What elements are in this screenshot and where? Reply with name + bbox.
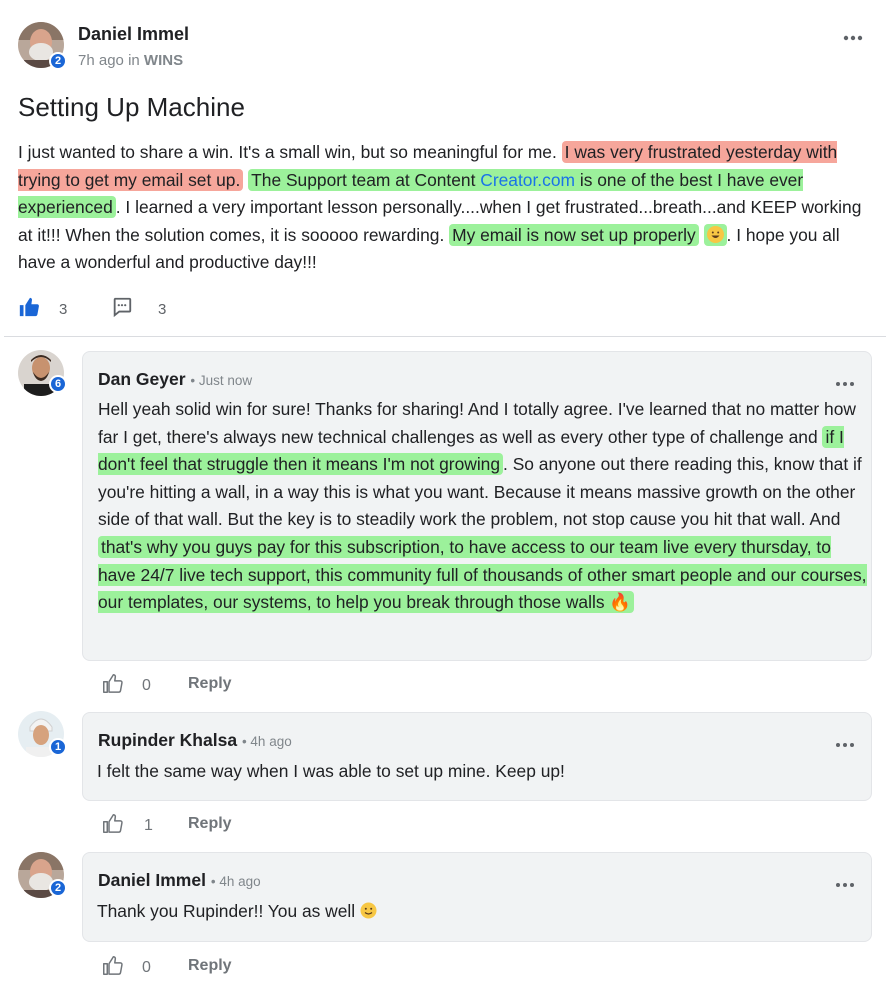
comment-time: 4h ago [219, 874, 261, 889]
comment-actions: 0 Reply [102, 673, 402, 697]
comment-actions: 1 Reply [102, 813, 402, 837]
comment-author[interactable]: Dan Geyer [98, 369, 186, 389]
thumbs-up-icon [18, 296, 40, 322]
grin-emoji-icon [706, 225, 724, 243]
author-name[interactable]: Daniel Immel [78, 24, 189, 45]
reply-button[interactable]: Reply [188, 815, 232, 833]
reply-button[interactable]: Reply [188, 675, 232, 693]
post-more-icon[interactable] [843, 30, 863, 41]
comment-author[interactable]: Rupinder Khalsa [98, 730, 237, 750]
comment-more-icon[interactable] [835, 376, 855, 387]
comment-text-span: Thank you Rupinder!! You as well [97, 901, 356, 921]
post-body: I just wanted to share a win. It's a sma… [14, 139, 870, 277]
level-badge: 2 [49, 879, 67, 897]
smile-emoji-icon [360, 902, 377, 919]
post-meta: 7h ago in WINS [78, 52, 183, 69]
post-title: Setting Up Machine [18, 92, 245, 122]
post-in-word: in [128, 52, 140, 69]
divider [4, 336, 886, 337]
comment-like-button[interactable]: 0 [102, 673, 151, 699]
comment-header: Rupinder Khalsa • 4h ago [98, 730, 292, 751]
level-badge: 6 [49, 375, 67, 393]
like-count: 3 [59, 300, 68, 318]
highlight-green: that's why you guys pay for this subscri… [98, 535, 867, 614]
comment-count: 3 [158, 300, 167, 318]
highlight-green: My email is now set up properly [449, 223, 699, 246]
thumbs-up-icon [102, 955, 123, 981]
post-text: The Support team at Content [251, 169, 481, 190]
post-time: 7h ago [78, 52, 124, 69]
comment-text: Thank you Rupinder!! You as well [97, 898, 867, 926]
comment-card: Dan Geyer • Just now Hell yeah solid win… [82, 351, 872, 661]
comment-icon [111, 296, 133, 322]
post-category[interactable]: WINS [144, 52, 183, 69]
comment-card: Rupinder Khalsa • 4h ago I felt the same… [82, 712, 872, 801]
level-badge: 1 [49, 738, 67, 756]
highlight-green-emoji [703, 223, 727, 246]
comment-time: Just now [198, 373, 253, 388]
post-header: 2 Daniel Immel 7h ago in WINS [18, 22, 878, 72]
post-actions: 3 3 [18, 296, 318, 320]
comment-author[interactable]: Daniel Immel [98, 870, 206, 890]
level-badge: 2 [49, 52, 67, 70]
comment-text-span: Hell yeah solid win for sure! Thanks for… [98, 399, 856, 447]
like-button[interactable]: 3 [18, 296, 67, 322]
comment-like-button[interactable]: 1 [102, 813, 153, 839]
comment-card: Daniel Immel • 4h ago Thank you Rupinder… [82, 852, 872, 942]
comment-header: Dan Geyer • Just now [98, 369, 252, 390]
comment-time-sep: • [190, 373, 199, 388]
comment-button[interactable]: 3 [111, 296, 166, 322]
comment-more-icon[interactable] [835, 877, 855, 888]
comment-more-icon[interactable] [835, 737, 855, 748]
comment-like-button[interactable]: 0 [102, 955, 151, 981]
post-text: I just wanted to share a win. It's a sma… [18, 142, 562, 162]
comment-header: Daniel Immel • 4h ago [98, 870, 261, 891]
comment-actions: 0 Reply [102, 955, 402, 979]
comment-text: I felt the same way when I was able to s… [97, 761, 565, 781]
comment-like-count: 1 [144, 817, 153, 834]
comment-like-count: 0 [142, 959, 151, 976]
comment-like-count: 0 [142, 677, 151, 694]
thumbs-up-icon [102, 673, 123, 699]
thumbs-up-icon [102, 813, 123, 839]
reply-button[interactable]: Reply [188, 957, 232, 975]
comment-time: 4h ago [250, 734, 292, 749]
creator-link[interactable]: Creator.com [480, 170, 575, 190]
comment-text: Hell yeah solid win for sure! Thanks for… [97, 396, 867, 617]
